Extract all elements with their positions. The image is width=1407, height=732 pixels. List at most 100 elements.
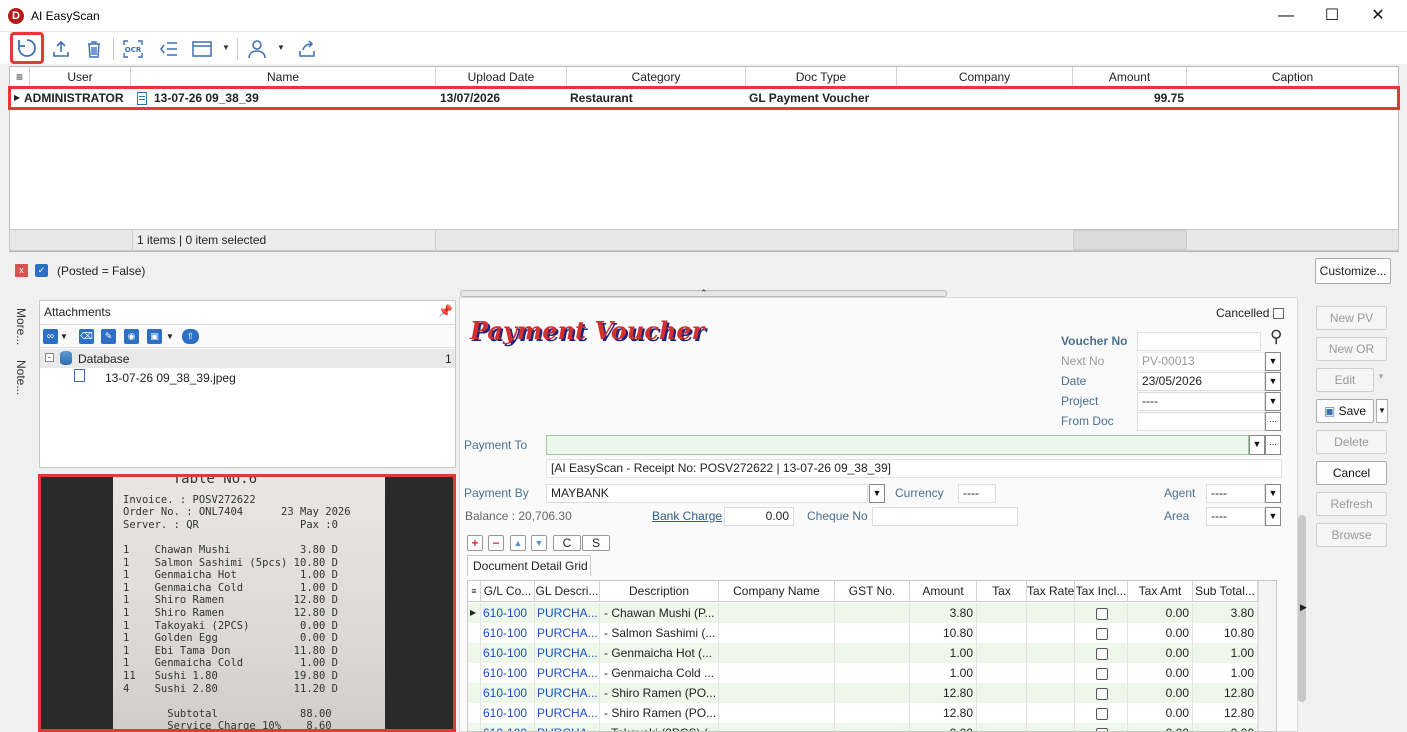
upload-button[interactable] <box>47 36 75 62</box>
cell-desc[interactable]: - Chawan Mushi (P... <box>600 603 719 623</box>
cell-gl[interactable]: 610-100 <box>481 623 535 643</box>
agent-dropdown[interactable]: ▼ <box>1265 484 1281 503</box>
col-header-name[interactable]: Name <box>131 67 436 87</box>
edit-dropdown-caret[interactable]: ▼ <box>1377 372 1385 381</box>
cell-gl-desc[interactable]: PURCHA... <box>535 683 600 703</box>
cloud-upload-icon[interactable]: ⇧ <box>182 329 199 344</box>
cell-tax-amt[interactable]: 0.00 <box>1128 723 1193 731</box>
from-doc-ellipsis-button[interactable]: ... <box>1265 412 1281 431</box>
expand-right-icon[interactable]: ▶ <box>1300 602 1307 613</box>
bank-charge-field[interactable]: 0.00 <box>724 507 794 526</box>
refresh-button[interactable] <box>10 32 44 64</box>
col-header-user[interactable]: User <box>30 67 131 87</box>
cell-desc[interactable]: - Shiro Ramen (PO... <box>600 683 719 703</box>
empty-cell[interactable] <box>835 623 910 643</box>
grid-menu-icon[interactable]: ≡ <box>468 581 481 602</box>
col-header-category[interactable]: Category <box>567 67 746 87</box>
cell-gl[interactable]: 610-100 <box>481 723 535 731</box>
filter-enabled-checkbox[interactable]: ✓ <box>35 264 48 277</box>
tab-document-detail-grid[interactable]: Document Detail Grid <box>467 555 591 576</box>
grid-menu-icon[interactable]: ≡ <box>10 67 30 87</box>
tax-inclusive-cell[interactable] <box>1075 603 1128 623</box>
delete-button[interactable]: Delete <box>1316 430 1387 454</box>
save-button[interactable]: ▣ Save <box>1316 399 1374 423</box>
empty-cell[interactable] <box>835 643 910 663</box>
empty-cell[interactable] <box>835 703 910 723</box>
cell-amount[interactable]: 0.00 <box>910 723 977 731</box>
cancelled-checkbox[interactable] <box>1273 308 1284 319</box>
table-row[interactable]: 610-100 PURCHA... - Genmaicha Cold ... 1.00… <box>468 663 1258 683</box>
col-header-gst-no[interactable]: GST No. <box>835 581 910 602</box>
col-header-doc-type[interactable]: Doc Type <box>746 67 897 87</box>
empty-cell[interactable] <box>835 723 910 731</box>
cell-tax-amt[interactable]: 0.00 <box>1128 703 1193 723</box>
tax-inclusive-checkbox[interactable] <box>1096 647 1108 660</box>
project-field[interactable]: ---- <box>1137 392 1265 411</box>
tax-inclusive-cell[interactable] <box>1075 643 1128 663</box>
tax-inclusive-cell[interactable] <box>1075 723 1128 731</box>
attachment-file-name[interactable]: 13-07-26 09_38_39.jpeg <box>105 371 236 385</box>
empty-cell[interactable] <box>835 683 910 703</box>
user-button[interactable] <box>243 36 271 62</box>
pin-icon[interactable]: 📌 <box>438 304 453 318</box>
ocr-button[interactable]: OCR <box>119 36 147 62</box>
payment-to-field[interactable] <box>546 435 1249 455</box>
cell-sub-total[interactable]: 12.80 <box>1193 683 1258 703</box>
link-dropdown-caret[interactable]: ▼ <box>60 329 68 344</box>
minimize-button[interactable]: — <box>1263 0 1309 32</box>
share-button[interactable] <box>293 36 321 62</box>
new-or-button[interactable]: New OR <box>1316 337 1387 361</box>
cell-amount[interactable]: 3.80 <box>910 603 977 623</box>
outdent-button[interactable] <box>155 36 183 62</box>
bank-charge-link[interactable]: Bank Charge <box>652 509 722 523</box>
remove-row-button[interactable]: − <box>488 535 504 551</box>
save-dropdown-caret[interactable]: ▼ <box>1376 399 1388 423</box>
empty-cell[interactable] <box>719 663 835 683</box>
col-header-caption[interactable]: Caption <box>1187 67 1398 87</box>
cell-gl-desc[interactable]: PURCHA... <box>535 703 600 723</box>
empty-cell[interactable] <box>977 723 1027 731</box>
empty-cell[interactable] <box>977 643 1027 663</box>
cell-amount[interactable]: 12.80 <box>910 683 977 703</box>
cell-sub-total[interactable]: 12.80 <box>1193 703 1258 723</box>
empty-cell[interactable] <box>977 623 1027 643</box>
tax-inclusive-cell[interactable] <box>1075 703 1128 723</box>
empty-cell[interactable] <box>1027 683 1075 703</box>
delete-button[interactable] <box>80 36 108 62</box>
table-row[interactable]: 610-100PURCHA...- Takoyaki (2PCS) (... 0.… <box>468 723 1258 731</box>
tax-inclusive-checkbox[interactable] <box>1096 727 1108 731</box>
cell-amount[interactable]: 1.00 <box>910 663 977 683</box>
cancel-button[interactable]: Cancel <box>1316 461 1387 485</box>
project-dropdown[interactable]: ▼ <box>1265 392 1281 411</box>
cell-gl-desc[interactable]: PURCHA... <box>535 623 600 643</box>
empty-cell[interactable] <box>977 703 1027 723</box>
voucher-no-field[interactable] <box>1137 332 1261 351</box>
trash-icon[interactable]: ⌫ <box>79 329 94 344</box>
payment-to-dropdown[interactable]: ▼ <box>1249 435 1265 455</box>
table-row[interactable]: ▶ 610-100 PURCHA... - Chawan Mushi (P... 3.8… <box>468 603 1258 623</box>
cell-desc[interactable]: - Takoyaki (2PCS) (... <box>600 723 719 731</box>
tax-inclusive-checkbox[interactable] <box>1096 607 1108 620</box>
col-header-gl-code[interactable]: G/L Co... <box>481 581 535 602</box>
tax-inclusive-checkbox[interactable] <box>1096 707 1108 720</box>
tax-inclusive-checkbox[interactable] <box>1096 627 1108 640</box>
empty-cell[interactable] <box>835 663 910 683</box>
receipt-preview[interactable]: Table No.6 Invoice. : POSV272622 Order No.… <box>38 474 456 732</box>
table-row[interactable]: ▶ ADMINISTRATOR 13-07-26 09_38_39 13/07/… <box>8 86 1400 110</box>
empty-cell[interactable] <box>1027 623 1075 643</box>
maximize-button[interactable]: ☐ <box>1309 0 1355 32</box>
cell-desc[interactable]: - Genmaicha Hot (... <box>600 643 719 663</box>
col-header-tax-rate[interactable]: Tax Rate <box>1027 581 1075 602</box>
cell-gl[interactable]: 610-100 <box>481 703 535 723</box>
empty-cell[interactable] <box>1027 723 1075 731</box>
tax-inclusive-cell[interactable] <box>1075 683 1128 703</box>
col-header-tax-amt[interactable]: Tax Amt <box>1128 581 1193 602</box>
from-doc-field[interactable] <box>1137 412 1265 431</box>
cell-desc[interactable]: - Shiro Ramen (PO... <box>600 703 719 723</box>
tax-inclusive-cell[interactable] <box>1075 663 1128 683</box>
cell-gl-desc[interactable]: PURCHA... <box>535 723 600 731</box>
empty-cell[interactable] <box>719 603 835 623</box>
date-field[interactable]: 23/05/2026 <box>1137 372 1265 391</box>
col-header-gl-desc[interactable]: GL Descri... <box>535 581 600 602</box>
area-field[interactable]: ---- <box>1206 507 1265 526</box>
